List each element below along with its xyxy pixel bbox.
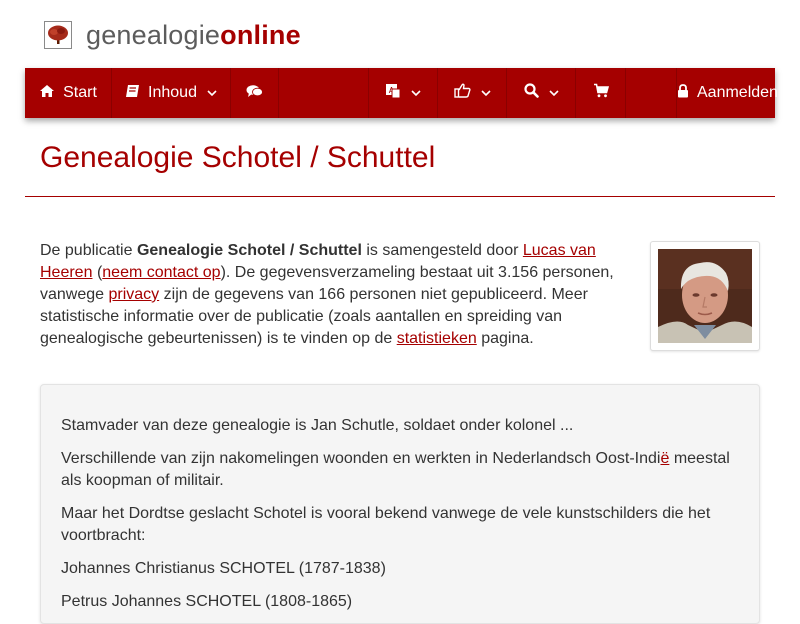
chevron-down-icon — [207, 84, 217, 102]
nav-start-label: Start — [63, 84, 97, 101]
publication-intro: De publicatie Genealogie Schotel / Schut… — [40, 240, 630, 350]
logo-text-part1: genealogie — [86, 20, 221, 50]
nav-login-label: Aanmelden — [697, 84, 778, 101]
site-logo[interactable]: genealogieonline — [44, 18, 301, 52]
nav-start[interactable]: Start — [25, 68, 112, 118]
intro-text: pagina. — [476, 330, 534, 347]
chevron-down-icon — [411, 84, 421, 102]
nav-login[interactable]: Aanmelden — [677, 68, 798, 118]
nav-search[interactable] — [507, 68, 576, 118]
contact-link[interactable]: neem contact op — [102, 264, 220, 281]
nav-language[interactable]: A — [369, 68, 438, 118]
statistics-link[interactable]: statistieken — [397, 330, 477, 347]
nav-contents-label: Inhoud — [148, 84, 197, 101]
search-icon — [523, 83, 539, 103]
chevron-down-icon — [480, 84, 491, 102]
nav-spacer — [626, 68, 677, 118]
cart-icon — [593, 83, 609, 103]
privacy-link[interactable]: privacy — [109, 286, 160, 303]
chevron-down-icon — [548, 84, 559, 102]
tree-logo-icon — [44, 21, 72, 49]
intro-text: is samengesteld door — [361, 242, 523, 259]
page-title: Genealogie Schotel / Schuttel — [40, 141, 436, 174]
description-paragraph: Verschillende van zijn nakomelingen woon… — [61, 448, 741, 492]
description-paragraph: Maar het Dordtse geslacht Schotel is voo… — [61, 505, 711, 544]
description-paragraph: Petrus Johannes SCHOTEL (1808-1865) — [61, 593, 353, 610]
nav-spacer — [279, 68, 369, 118]
intro-text: De publicatie — [40, 242, 137, 259]
main-navbar: Start Inhoud Aanmelden — [25, 68, 798, 118]
book-icon — [125, 84, 140, 103]
thumbs-up-icon — [453, 83, 471, 103]
description-paragraph: Johannes Christianus SCHOTEL (1787-1838) — [61, 560, 386, 577]
title-divider — [25, 196, 775, 197]
author-photo[interactable] — [650, 241, 760, 351]
description-panel: Stamvader van deze genealogie is Jan Sch… — [40, 384, 760, 624]
paragraph-text: Verschillende van zijn nakomelingen woon… — [61, 450, 661, 467]
author-portrait-image — [658, 249, 752, 343]
home-icon — [39, 84, 55, 103]
logo-text-part2: online — [220, 20, 301, 50]
translate-icon: A — [385, 83, 401, 104]
lock-icon — [677, 83, 689, 103]
comments-icon — [246, 84, 263, 103]
description-paragraph: Stamvader van deze genealogie is Jan Sch… — [61, 417, 574, 434]
logo-text: genealogieonline — [86, 18, 301, 52]
nav-contents[interactable]: Inhoud — [112, 68, 231, 118]
chevron-down-icon — [788, 84, 798, 102]
nav-forum[interactable] — [231, 68, 279, 118]
publication-name: Genealogie Schotel / Schuttel — [136, 242, 362, 259]
description-text: Stamvader van deze genealogie is Jan Sch… — [61, 415, 741, 624]
nav-cart[interactable] — [576, 68, 626, 118]
nav-social[interactable] — [438, 68, 507, 118]
